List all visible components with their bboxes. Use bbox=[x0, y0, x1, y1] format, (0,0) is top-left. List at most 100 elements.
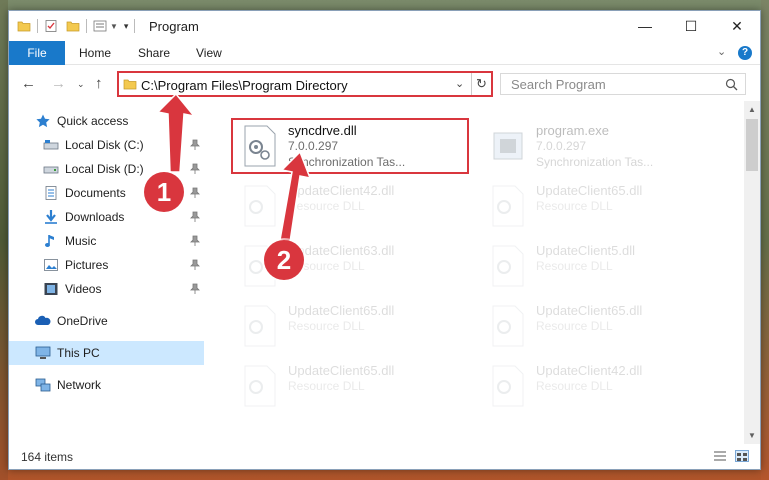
help-icon[interactable]: ? bbox=[738, 46, 752, 60]
pin-icon bbox=[190, 187, 200, 199]
sidebar-item-music[interactable]: Music bbox=[9, 229, 204, 253]
divider bbox=[471, 73, 472, 95]
sidebar-item-pictures[interactable]: Pictures bbox=[9, 253, 204, 277]
pin-icon bbox=[190, 283, 200, 295]
cloud-icon bbox=[35, 313, 51, 329]
tab-file[interactable]: File bbox=[9, 41, 65, 65]
scroll-thumb[interactable] bbox=[746, 119, 758, 171]
desktop-background-right bbox=[761, 0, 769, 480]
sidebar-item-label: Local Disk (C:) bbox=[65, 138, 144, 152]
file-item[interactable]: UpdateClient42.dll Resource DLL bbox=[234, 179, 469, 233]
sidebar-item-local-disk-c[interactable]: Local Disk (C:) bbox=[9, 133, 204, 157]
file-item[interactable]: UpdateClient65.dll Resource DLL bbox=[234, 359, 469, 413]
scroll-down-icon[interactable]: ▼ bbox=[748, 431, 756, 440]
file-description: Resource DLL bbox=[536, 199, 613, 213]
customize-toolbar-icon[interactable]: ▾ bbox=[124, 21, 129, 32]
sidebar-item-onedrive[interactable]: OneDrive bbox=[9, 309, 204, 333]
title-bar: ▼ ▾ Program — ☐ ✕ bbox=[9, 11, 760, 41]
sidebar-item-label: OneDrive bbox=[57, 314, 108, 328]
file-name: UpdateClient65.dll bbox=[536, 183, 643, 198]
scroll-up-icon[interactable]: ▲ bbox=[748, 105, 756, 114]
back-arrow-icon[interactable]: ← bbox=[21, 75, 36, 92]
sidebar-item-quick-access[interactable]: Quick access bbox=[9, 109, 204, 133]
step-1-badge: 1 bbox=[144, 172, 184, 212]
folder-icon[interactable] bbox=[17, 19, 31, 33]
file-name: UpdateClient63.dll bbox=[288, 243, 395, 258]
file-name: UpdateClient5.dll bbox=[536, 243, 636, 258]
videos-icon bbox=[43, 281, 59, 297]
refresh-icon[interactable]: ↻ bbox=[476, 76, 487, 92]
navigation-pane: Quick access Local Disk (C:) Local Disk … bbox=[9, 101, 204, 444]
dll-file-icon bbox=[490, 305, 526, 347]
explorer-window: ▼ ▾ Program — ☐ ✕ File Home Share View ⌄… bbox=[8, 10, 761, 470]
documents-icon bbox=[43, 185, 59, 201]
sidebar-item-this-pc[interactable]: This PC bbox=[9, 341, 204, 365]
exe-file-icon bbox=[490, 125, 526, 167]
window-title: Program bbox=[149, 19, 199, 34]
view-options-icon[interactable] bbox=[93, 19, 107, 33]
file-description: Synchronization Tas... bbox=[536, 155, 654, 169]
dll-file-icon bbox=[242, 185, 278, 227]
new-folder-icon[interactable] bbox=[66, 19, 80, 33]
drive-icon bbox=[43, 137, 59, 153]
file-description: Resource DLL bbox=[536, 319, 613, 333]
sidebar-item-videos[interactable]: Videos bbox=[9, 277, 204, 301]
file-name: UpdateClient42.dll bbox=[288, 183, 395, 198]
download-icon bbox=[43, 209, 59, 225]
pictures-icon bbox=[43, 257, 59, 273]
dll-file-icon bbox=[490, 245, 526, 287]
file-item[interactable]: UpdateClient65.dll Resource DLL bbox=[234, 299, 469, 353]
file-description: Resource DLL bbox=[288, 319, 365, 333]
recent-locations-icon[interactable]: ⌄ bbox=[77, 79, 85, 90]
file-name: UpdateClient65.dll bbox=[288, 363, 395, 378]
properties-icon[interactable] bbox=[44, 19, 58, 33]
address-dropdown-icon[interactable]: ⌄ bbox=[455, 77, 464, 90]
desktop-background-left bbox=[0, 0, 8, 480]
dll-file-icon bbox=[490, 365, 526, 407]
pin-icon bbox=[190, 163, 200, 175]
details-view-icon[interactable] bbox=[713, 450, 727, 462]
file-name: syncdrve.dll bbox=[288, 123, 357, 138]
maximize-button[interactable]: ☐ bbox=[668, 11, 714, 41]
file-description: Resource DLL bbox=[536, 379, 613, 393]
dll-file-icon bbox=[242, 365, 278, 407]
up-arrow-icon[interactable]: ↑ bbox=[95, 75, 103, 92]
pin-icon bbox=[190, 139, 200, 151]
file-item[interactable]: syncdrve.dll 7.0.0.297 Synchronization T… bbox=[234, 119, 469, 173]
vertical-scrollbar[interactable]: ▲ ▼ bbox=[744, 101, 760, 444]
file-description: Resource DLL bbox=[288, 199, 365, 213]
sidebar-item-label: Local Disk (D:) bbox=[65, 162, 144, 176]
dll-file-icon bbox=[490, 185, 526, 227]
file-item[interactable]: program.exe 7.0.0.297 Synchronization Ta… bbox=[482, 119, 717, 173]
item-count: 164 items bbox=[21, 450, 74, 464]
pin-icon bbox=[190, 211, 200, 223]
file-item[interactable]: UpdateClient42.dll Resource DLL bbox=[482, 359, 717, 413]
address-path[interactable]: C:\Program Files\Program Directory bbox=[141, 78, 348, 93]
ribbon-tabs: File Home Share View ⌄ ? bbox=[9, 41, 760, 65]
folder-icon bbox=[123, 79, 137, 90]
tab-view[interactable]: View bbox=[186, 41, 232, 65]
dropdown-arrow-icon[interactable]: ▼ bbox=[110, 22, 118, 31]
tab-share[interactable]: Share bbox=[128, 41, 180, 65]
tab-home[interactable]: Home bbox=[69, 41, 121, 65]
sidebar-item-label: This PC bbox=[57, 346, 100, 360]
address-bar[interactable]: C:\Program Files\Program Directory ⌄ ↻ bbox=[117, 71, 493, 97]
file-version: 7.0.0.297 bbox=[536, 139, 587, 153]
file-item[interactable]: UpdateClient65.dll Resource DLL bbox=[482, 179, 717, 233]
file-item[interactable]: UpdateClient5.dll Resource DLL bbox=[482, 239, 717, 293]
search-input[interactable]: Search Program bbox=[500, 73, 746, 95]
forward-arrow-icon[interactable]: → bbox=[51, 75, 66, 92]
expand-ribbon-icon[interactable]: ⌄ bbox=[717, 45, 726, 58]
drive-icon bbox=[43, 161, 59, 177]
music-icon bbox=[43, 233, 59, 249]
dll-file-icon bbox=[242, 305, 278, 347]
minimize-button[interactable]: — bbox=[622, 11, 668, 41]
sidebar-item-network[interactable]: Network bbox=[9, 373, 204, 397]
file-item[interactable]: UpdateClient65.dll Resource DLL bbox=[482, 299, 717, 353]
step-2-badge: 2 bbox=[264, 240, 304, 280]
large-icons-view-icon[interactable] bbox=[735, 450, 749, 462]
search-icon bbox=[725, 78, 738, 91]
close-button[interactable]: ✕ bbox=[714, 11, 760, 41]
file-name: UpdateClient65.dll bbox=[288, 303, 395, 318]
star-icon bbox=[35, 113, 51, 129]
